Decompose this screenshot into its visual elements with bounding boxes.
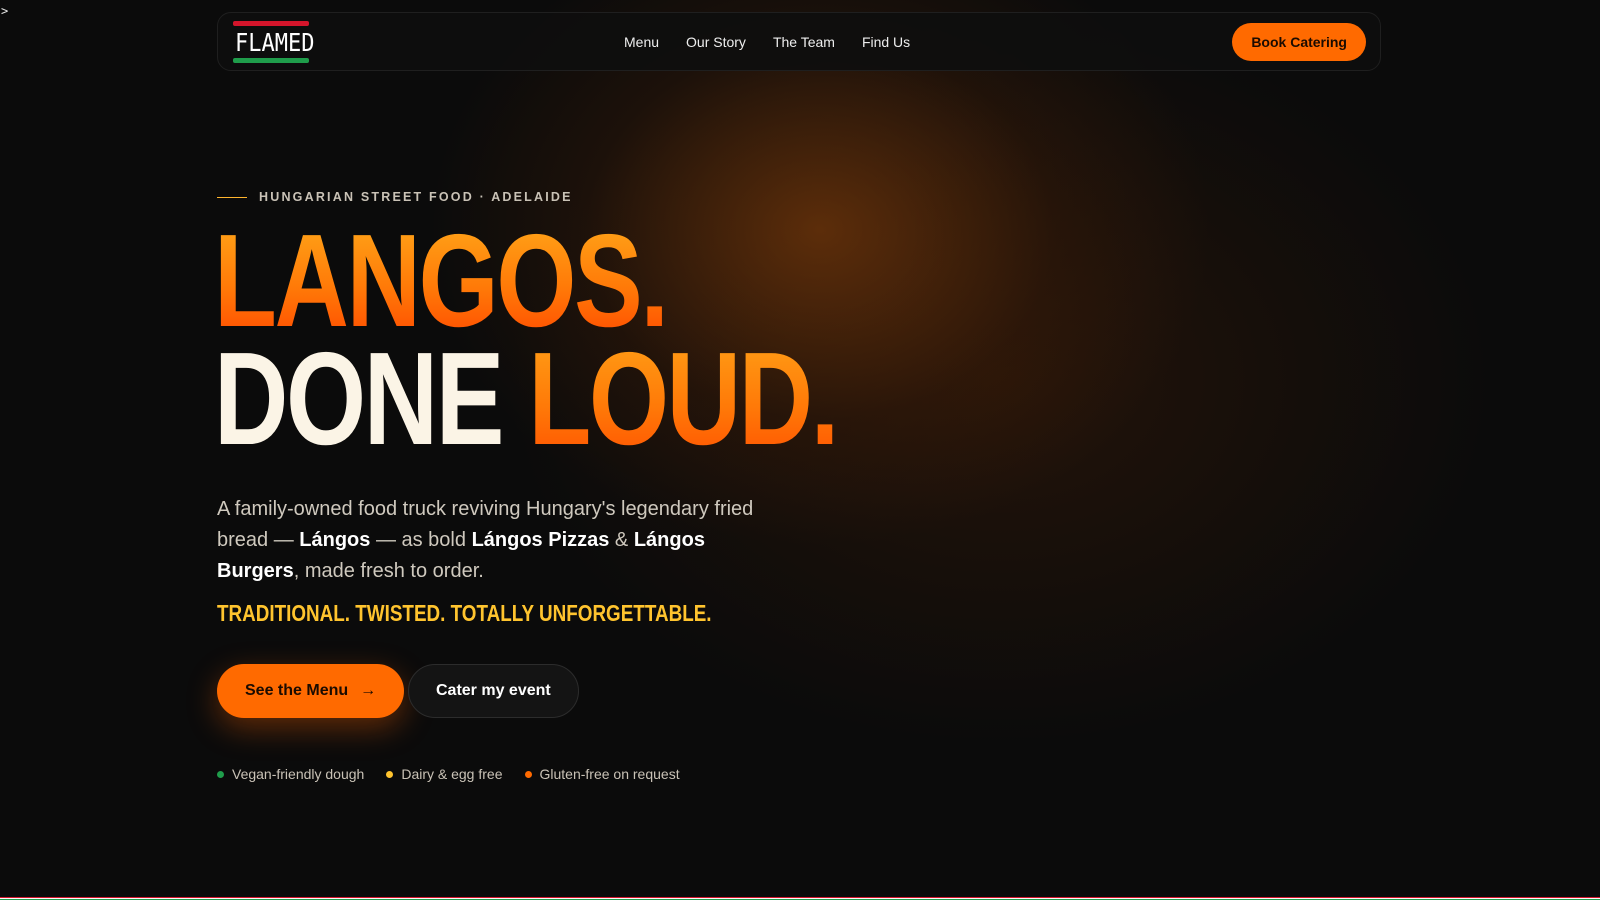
dietary-badges: Vegan-friendly dough Dairy & egg free Gl… xyxy=(217,766,680,782)
orange-dot-icon xyxy=(524,770,532,778)
badge-vegan: Vegan-friendly dough xyxy=(217,766,364,782)
hero-description: A family-owned food truck reviving Hunga… xyxy=(217,494,777,587)
eyebrow: HUNGARIAN STREET FOOD · ADELAIDE xyxy=(217,190,573,204)
headline-line-1: LANGOS. xyxy=(214,215,837,347)
book-catering-button[interactable]: Book Catering xyxy=(1232,23,1366,61)
cater-my-event-button[interactable]: Cater my event xyxy=(408,664,579,718)
nav-link-menu[interactable]: Menu xyxy=(624,34,659,50)
nav-link-the-team[interactable]: The Team xyxy=(773,34,835,50)
headline-done: DONE xyxy=(214,325,504,472)
hero-headline: LANGOS. DONE LOUD. xyxy=(214,215,1013,465)
headline-line-2: DONE LOUD. xyxy=(214,333,839,465)
arrow-right-icon: → xyxy=(360,682,377,699)
badge-label: Vegan-friendly dough xyxy=(232,766,365,782)
desc-langos: Lángos xyxy=(299,529,371,551)
top-nav: FLAMED Menu Our Story The Team Find Us B… xyxy=(217,12,1381,71)
page: > FLAMED Menu Our Story The Team Find Us… xyxy=(0,0,1600,900)
logo[interactable]: FLAMED xyxy=(233,21,314,63)
badge-gluten-free: Gluten-free on request xyxy=(524,766,680,782)
desc-part-4: , made fresh to order. xyxy=(293,560,484,582)
logo-text: FLAMED xyxy=(235,29,315,58)
nav-links: Menu Our Story The Team Find Us xyxy=(624,13,910,70)
hero-tagline: TRADITIONAL. TWISTED. TOTALLY UNFORGETTA… xyxy=(217,600,712,626)
badge-label: Dairy & egg free xyxy=(401,766,503,782)
desc-part-3: & xyxy=(609,529,634,551)
logo-red-bar xyxy=(233,21,309,26)
desc-langos-pizzas: Lángos Pizzas xyxy=(471,529,610,551)
nav-link-our-story[interactable]: Our Story xyxy=(686,34,746,50)
badge-label: Gluten-free on request xyxy=(539,766,680,782)
desc-part-2: — as bold xyxy=(370,529,472,551)
badge-dairy-egg-free: Dairy & egg free xyxy=(386,766,503,782)
nav-link-find-us[interactable]: Find Us xyxy=(862,34,910,50)
see-the-menu-label: See the Menu xyxy=(245,682,349,699)
logo-green-bar xyxy=(233,58,309,63)
see-the-menu-button[interactable]: See the Menu → xyxy=(217,664,405,718)
eyebrow-text: HUNGARIAN STREET FOOD · ADELAIDE xyxy=(259,190,573,204)
eyebrow-line xyxy=(217,196,247,198)
yellow-dot-icon xyxy=(386,770,394,778)
headline-loud: LOUD. xyxy=(528,325,839,472)
prompt-glyph: > xyxy=(1,4,9,18)
green-dot-icon xyxy=(217,770,224,778)
